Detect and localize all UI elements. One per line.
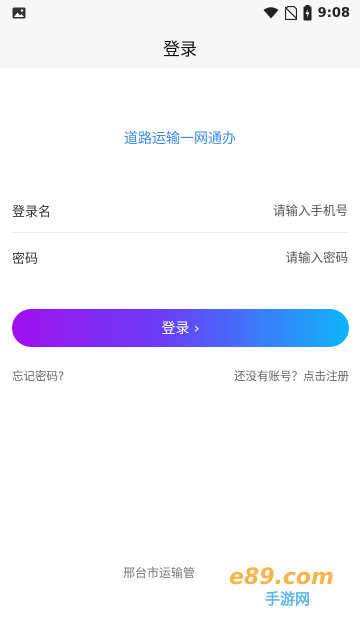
watermark: e89.com 手游网 [225,560,345,608]
app-tagline: 道路运输一网通办 [124,131,236,147]
password-row: 密码 [12,237,348,277]
forgot-password-link[interactable]: 忘记密码? [12,368,64,384]
username-label: 登录名 [12,204,52,220]
divider [12,232,348,233]
status-time: 9:08 [317,5,350,21]
password-input[interactable] [168,249,348,265]
footer-text: 邢台市运输管 [123,566,196,580]
page-title: 登录 [163,39,197,60]
battery-icon [303,5,312,21]
password-label: 密码 [12,251,39,267]
register-link[interactable]: 还没有账号？点击注册 [234,368,349,384]
login-button[interactable]: 登录 › [12,309,349,347]
watermark-subtext: 手游网 [265,590,310,608]
status-bar: 9:08 [0,0,360,26]
username-row: 登录名 [12,190,348,230]
username-input[interactable] [168,202,348,218]
link-row: 忘记密码? 还没有账号？点击注册 [12,368,349,384]
title-bar: 登录 [0,26,360,68]
wifi-icon [263,7,279,19]
watermark-text: e89.com [229,565,334,590]
login-button-label: 登录 › [161,321,200,337]
image-icon [12,7,26,19]
watermark-logo-icon: e89.com 手游网 [229,565,334,608]
no-sim-icon [284,6,297,20]
